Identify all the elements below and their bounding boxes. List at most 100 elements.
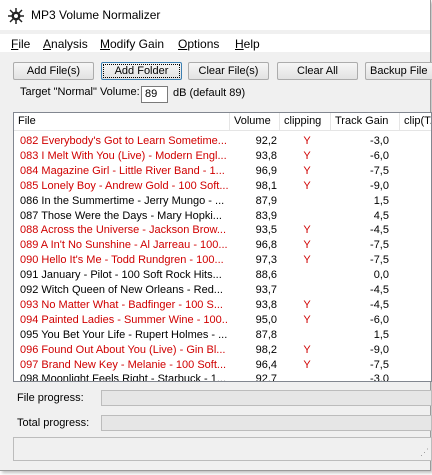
row-file: 097 Brand New Key - Melanie - 100 Soft..…	[20, 358, 227, 371]
table-row[interactable]: 085 Lonely Boy - Andrew Gold - 100 Soft.…	[14, 179, 431, 193]
table-row[interactable]: 091 January - Pilot - 100 Soft Rock Hits…	[14, 268, 431, 282]
row-track-gain: -4,5	[370, 224, 389, 237]
menu-bar: File Analysis Modify Gain Options Help	[0, 34, 430, 52]
table-row[interactable]: 092 Witch Queen of New Orleans - Red... 9…	[14, 283, 431, 297]
window-title: MP3 Volume Normalizer	[31, 8, 161, 22]
row-clipping: Y	[303, 343, 311, 356]
clear-files-button[interactable]: Clear File(s)	[188, 62, 269, 80]
title-bar: MP3 Volume Normalizer	[0, 0, 430, 30]
row-file: 093 No Matter What - Badfinger - 100 S..…	[20, 298, 223, 311]
menu-modify-gain[interactable]: Modify Gain	[100, 37, 164, 51]
row-track-gain: -9,0	[370, 343, 389, 356]
row-file: 098 Moonlight Feels Right - Starbuck - 1…	[20, 373, 227, 382]
table-row[interactable]: 084 Magazine Girl - Little River Band - …	[14, 164, 431, 178]
table-row[interactable]: 088 Across the Universe - Jackson Brow..…	[14, 223, 431, 237]
table-row[interactable]: 087 Those Were the Days - Mary Hopki... 8…	[14, 209, 431, 223]
add-folder-button[interactable]: Add Folder	[101, 62, 182, 80]
row-clipping	[284, 372, 330, 381]
total-progress-bar	[101, 415, 432, 431]
row-file: 083 I Melt With You (Live) - Modern Engl…	[20, 149, 227, 162]
row-clipping: Y	[303, 239, 311, 252]
table-row[interactable]: 082 Everybody's Got to Learn Sometime...…	[14, 134, 431, 148]
column-track-gain[interactable]: Track Gain	[331, 113, 400, 130]
row-volume: 97,3	[255, 254, 277, 267]
row-clipping: Y	[303, 135, 311, 147]
row-volume: 88,6	[255, 269, 277, 282]
row-volume: 96,4	[255, 358, 277, 371]
row-file: 092 Witch Queen of New Orleans - Red...	[20, 284, 223, 296]
menu-analysis[interactable]: Analysis	[43, 37, 88, 51]
row-volume: 96,8	[255, 239, 277, 252]
row-clipping: Y	[303, 179, 311, 192]
add-files-button[interactable]: Add File(s)	[13, 62, 94, 80]
row-file: 084 Magazine Girl - Little River Band - …	[20, 164, 225, 177]
target-volume-label: Target "Normal" Volume:	[20, 86, 140, 98]
row-file: 087 Those Were the Days - Mary Hopki...	[20, 209, 222, 222]
row-clipping	[284, 268, 330, 282]
row-volume: 98,2	[255, 343, 277, 356]
column-volume[interactable]: Volume	[230, 113, 280, 130]
table-row[interactable]: 083 I Melt With You (Live) - Modern Engl…	[14, 149, 431, 163]
row-volume: 93,8	[255, 298, 277, 311]
backup-file-button[interactable]: Backup File	[365, 62, 432, 80]
table-row[interactable]: 086 In the Summertime - Jerry Mungo - ..…	[14, 194, 431, 208]
table-row[interactable]: 089 A In't No Sunshine - Al Jarreau - 10…	[14, 238, 431, 252]
row-clipping: Y	[303, 313, 311, 326]
target-volume-input[interactable]: 89	[141, 86, 168, 103]
clear-all-button[interactable]: Clear All	[277, 62, 358, 80]
row-file: 096 Found Out About You (Live) - Gin Bl.…	[20, 343, 226, 356]
row-track-gain: -6,0	[370, 313, 389, 326]
table-row[interactable]: 095 You Bet Your Life - Rupert Holmes - …	[14, 328, 431, 342]
row-volume: 92,7	[255, 373, 277, 382]
row-file: 082 Everybody's Got to Learn Sometime...	[20, 135, 227, 147]
main-window: MP3 Volume Normalizer File Analysis Modi…	[0, 0, 432, 471]
row-volume: 95,0	[255, 313, 277, 326]
table-row[interactable]: 098 Moonlight Feels Right - Starbuck - 1…	[14, 372, 431, 382]
row-clipping	[284, 194, 330, 208]
column-clipping[interactable]: clipping	[280, 113, 331, 130]
file-list[interactable]: File Volume clipping Track Gain clip(T..…	[13, 112, 432, 382]
table-row[interactable]: 096 Found Out About You (Live) - Gin Bl.…	[14, 343, 431, 357]
row-track-gain: -7,5	[370, 254, 389, 267]
target-volume-unit: dB (default 89)	[173, 87, 246, 99]
row-volume: 93,8	[255, 149, 277, 162]
table-row[interactable]: 097 Brand New Key - Melanie - 100 Soft..…	[14, 358, 431, 372]
row-track-gain: -3,0	[370, 135, 389, 147]
row-clipping: Y	[303, 164, 311, 177]
row-track-gain: -9,0	[370, 179, 389, 192]
row-track-gain: -7,5	[370, 164, 389, 177]
row-track-gain: 1,5	[373, 194, 389, 207]
row-track-gain: -7,5	[370, 239, 389, 252]
row-volume: 93,5	[255, 224, 277, 237]
row-volume: 96,9	[255, 164, 277, 177]
row-volume: 83,9	[255, 209, 277, 222]
row-file: 091 January - Pilot - 100 Soft Rock Hits…	[20, 269, 222, 282]
row-file: 095 You Bet Your Life - Rupert Holmes - …	[20, 328, 228, 341]
menu-help[interactable]: Help	[235, 37, 260, 51]
row-clipping: Y	[303, 298, 311, 311]
row-track-gain: 0,0	[373, 269, 389, 282]
table-row[interactable]: 093 No Matter What - Badfinger - 100 S..…	[14, 298, 431, 312]
row-track-gain: -7,5	[370, 358, 389, 371]
row-track-gain: -3,0	[370, 373, 389, 382]
row-clipping	[284, 209, 330, 223]
row-clipping: Y	[303, 254, 311, 267]
file-progress-label: File progress:	[17, 392, 84, 404]
row-track-gain: 4,5	[373, 209, 389, 222]
table-row[interactable]: 094 Painted Ladies - Summer Wine - 100..…	[14, 313, 431, 327]
row-volume: 93,7	[255, 284, 277, 296]
row-clipping	[284, 283, 330, 297]
menu-file[interactable]: File	[11, 37, 30, 51]
row-clipping: Y	[303, 358, 311, 371]
column-file[interactable]: File	[14, 113, 230, 130]
row-track-gain: 1,5	[373, 328, 389, 341]
resize-grip-icon[interactable]: ⋰	[420, 447, 429, 458]
column-clip-t[interactable]: clip(T...	[400, 113, 431, 130]
table-row[interactable]: 090 Hello It's Me - Todd Rundgren - 100.…	[14, 253, 431, 267]
row-clipping	[284, 328, 330, 342]
row-volume: 87,8	[255, 328, 277, 341]
menu-options[interactable]: Options	[178, 37, 219, 51]
row-track-gain: -6,0	[370, 149, 389, 162]
row-file: 094 Painted Ladies - Summer Wine - 100..…	[20, 313, 228, 326]
row-volume: 92,2	[255, 135, 277, 147]
